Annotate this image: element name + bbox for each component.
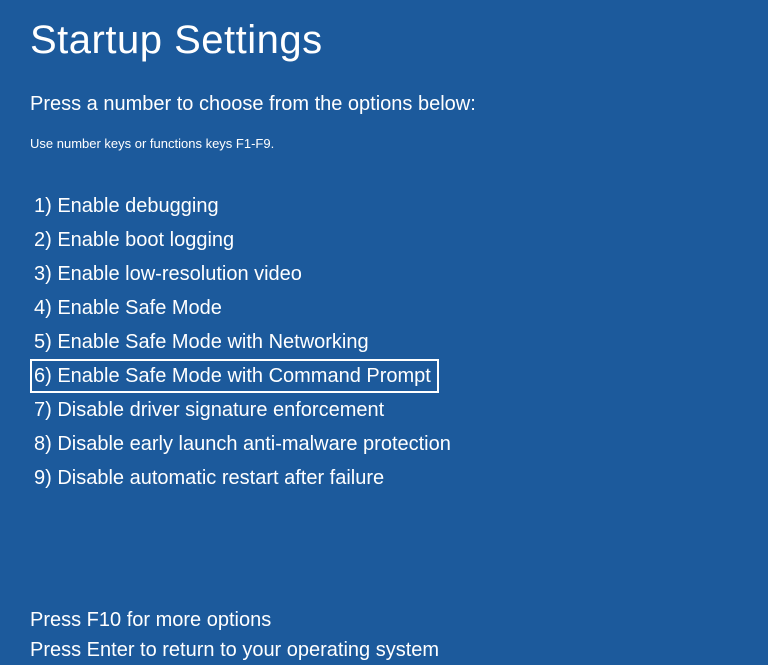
- option-2[interactable]: 2) Enable boot logging: [30, 223, 238, 257]
- instruction-text: Press a number to choose from the option…: [30, 93, 738, 116]
- options-list: 1) Enable debugging 2) Enable boot loggi…: [30, 189, 738, 495]
- option-5[interactable]: 5) Enable Safe Mode with Networking: [30, 325, 373, 359]
- return-text: Press Enter to return to your operating …: [30, 635, 738, 665]
- page-title: Startup Settings: [30, 18, 738, 63]
- option-4[interactable]: 4) Enable Safe Mode: [30, 291, 226, 325]
- option-3[interactable]: 3) Enable low-resolution video: [30, 257, 306, 291]
- option-8[interactable]: 8) Disable early launch anti-malware pro…: [30, 427, 455, 461]
- option-9[interactable]: 9) Disable automatic restart after failu…: [30, 461, 388, 495]
- option-6[interactable]: 6) Enable Safe Mode with Command Prompt: [30, 359, 439, 393]
- hint-text: Use number keys or functions keys F1-F9.: [30, 136, 738, 151]
- more-options-text: Press F10 for more options: [30, 605, 738, 635]
- option-7[interactable]: 7) Disable driver signature enforcement: [30, 393, 388, 427]
- option-1[interactable]: 1) Enable debugging: [30, 189, 223, 223]
